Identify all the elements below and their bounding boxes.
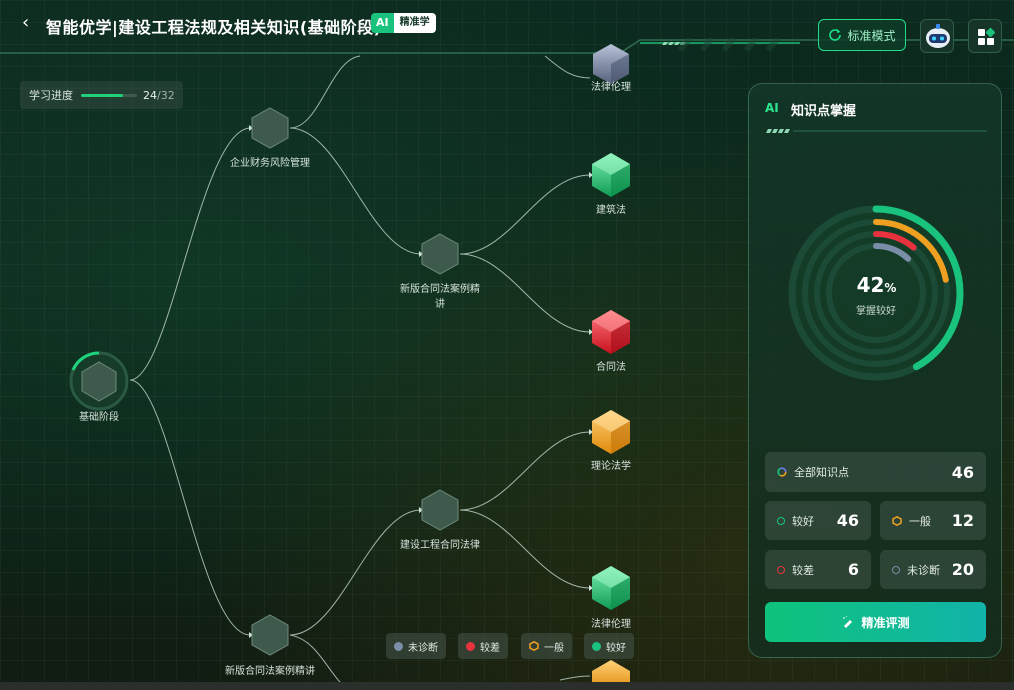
root-node-label: 基础阶段: [79, 412, 119, 423]
stat-undiagnosed[interactable]: 未诊断 20: [880, 550, 986, 589]
mastery-percent-unit: %: [884, 281, 897, 295]
leaf-node-label: 法律伦理: [591, 82, 631, 93]
legend-item-unknown: 未诊断: [386, 633, 446, 659]
stat-count: 20: [951, 560, 974, 579]
mastery-percent: 42%: [849, 273, 904, 297]
panel-title: 知识点掌握: [791, 104, 857, 119]
stat-label: 未诊断: [907, 563, 940, 577]
knowledge-tree: [69, 44, 630, 690]
stat-count: 46: [951, 462, 974, 482]
leaf-node-average[interactable]: [592, 410, 630, 454]
unknown-dot-icon: [394, 641, 403, 651]
leaf-node-unknown[interactable]: [593, 44, 629, 84]
good-dot-icon: [592, 641, 601, 651]
stat-label: 全部知识点: [794, 466, 849, 479]
ai-icon: AI: [765, 101, 779, 115]
leaf-node-good[interactable]: [592, 153, 630, 197]
stat-count: 46: [836, 511, 859, 530]
leaf-node-good[interactable]: [592, 566, 630, 610]
good-ring-icon: [777, 516, 785, 525]
mastery-percent-value: 42: [856, 273, 885, 297]
precise-evaluation-button[interactable]: 精准评测: [765, 602, 986, 642]
leaf-node-label: 合同法: [596, 362, 626, 373]
knowledge-mastery-panel: AI 知识点掌握 42% 掌握较好 全部知识点 46 较好 46 一般 12 较…: [748, 83, 1002, 658]
stat-count: 6: [847, 560, 859, 579]
leaf-node-label: 理论法学: [591, 461, 631, 472]
legend-label: 较差: [480, 642, 500, 654]
level1-node[interactable]: [251, 614, 289, 656]
level1-node-label: 新版合同法案例精讲: [225, 666, 315, 677]
apps-button[interactable]: [968, 19, 1002, 53]
stat-average[interactable]: 一般 12: [880, 501, 986, 540]
average-hex-icon: [529, 641, 539, 651]
robot-icon: [926, 24, 950, 48]
legend-label: 较好: [606, 642, 626, 654]
stat-all-knowledge[interactable]: 全部知识点 46: [765, 452, 986, 492]
poor-dot-icon: [466, 641, 475, 651]
refresh-icon: [828, 27, 842, 44]
stat-poor[interactable]: 较差 6: [765, 550, 871, 589]
bottom-edge: [0, 682, 1014, 690]
stat-label: 一般: [909, 514, 931, 528]
stat-label: 较差: [792, 563, 814, 577]
level1-node[interactable]: [251, 107, 289, 149]
ai-assistant-button[interactable]: [920, 19, 954, 53]
standard-mode-label: 标准模式: [847, 28, 896, 43]
level2-node-label: 新版合同法案例精讲: [400, 284, 480, 310]
pen-icon: [843, 615, 853, 628]
legend-label: 一般: [544, 642, 564, 654]
eval-button-label: 精准评测: [861, 615, 910, 630]
stat-label: 较好: [792, 514, 814, 528]
level2-node[interactable]: [421, 489, 459, 531]
level2-node[interactable]: [421, 233, 459, 275]
level2-node-label: 建设工程合同法律: [400, 540, 480, 551]
level1-node-label: 企业财务风险管理: [230, 158, 310, 169]
leaf-node-label: 建筑法: [596, 205, 626, 216]
poor-ring-icon: [777, 565, 785, 574]
leaf-node-bad[interactable]: [592, 310, 630, 354]
leaf-node-label: 法律伦理: [591, 619, 631, 630]
stat-good[interactable]: 较好 46: [765, 501, 871, 540]
legend-item-average: 一般: [521, 633, 572, 659]
legend-item-good: 较好: [584, 633, 634, 659]
standard-mode-button[interactable]: 标准模式: [818, 19, 906, 51]
legend-label: 未诊断: [408, 642, 438, 654]
legend-item-poor: 较差: [458, 633, 508, 659]
all-ring-icon: [777, 467, 787, 477]
mastery-label: 掌握较好: [856, 306, 896, 317]
average-hex-icon: [892, 515, 902, 526]
apps-icon: [978, 27, 996, 45]
unknown-ring-icon: [892, 565, 900, 574]
panel-title-divider: [766, 129, 987, 133]
stat-count: 12: [951, 511, 974, 530]
